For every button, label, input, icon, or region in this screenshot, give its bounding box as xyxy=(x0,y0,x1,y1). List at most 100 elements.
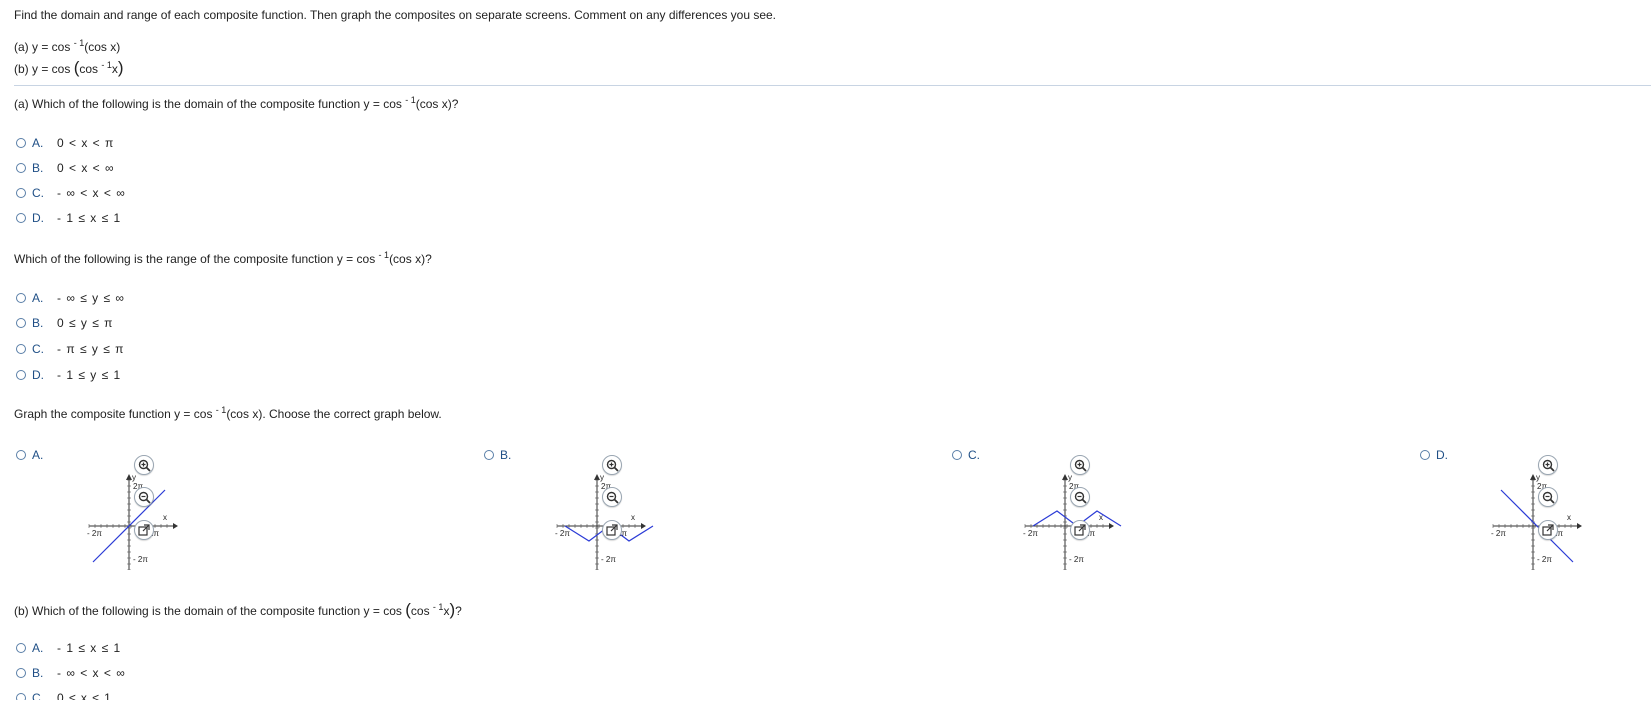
zoom-in-icon[interactable] xyxy=(602,455,622,475)
option-letter: A. xyxy=(32,448,44,462)
radio-button[interactable] xyxy=(16,643,26,653)
option-letter: A. xyxy=(32,136,44,150)
option-text: - 1 ≤ x ≤ 1 xyxy=(57,211,122,225)
x-axis-arrow xyxy=(1109,523,1114,529)
open-new-window-icon[interactable] xyxy=(602,520,622,540)
question-a-domain: (a) Which of the following is the domain… xyxy=(14,95,458,111)
option-letter: B. xyxy=(32,161,44,175)
x-axis-arrow xyxy=(1577,523,1582,529)
option-a-domain-c[interactable]: C. - ∞ < x < ∞ xyxy=(16,185,126,201)
open-new-window-icon[interactable] xyxy=(1070,520,1090,540)
option-text: - 1 ≤ y ≤ 1 xyxy=(57,368,122,382)
zoom-out-icon[interactable] xyxy=(1538,487,1558,507)
option-a-range-c[interactable]: C. - π ≤ y ≤ π xyxy=(16,341,124,357)
x-min-label: - 2π xyxy=(87,529,102,538)
instructions: Find the domain and range of each compos… xyxy=(14,8,777,22)
option-letter: D. xyxy=(1436,448,1448,462)
y-axis-label: y xyxy=(132,473,136,482)
option-text: - ∞ < x < ∞ xyxy=(57,186,126,200)
open-new-window-icon-glyph xyxy=(138,524,150,536)
question-suffix: (cos x)? xyxy=(389,252,432,266)
radio-button[interactable] xyxy=(16,213,26,223)
zoom-in-icon[interactable] xyxy=(134,455,154,475)
function-b-close-paren: ) xyxy=(117,58,124,77)
radio-button[interactable] xyxy=(16,450,26,460)
open-new-window-icon[interactable] xyxy=(1538,520,1558,540)
option-a-domain-a[interactable]: A. 0 < x < π xyxy=(16,135,114,151)
section-divider xyxy=(14,85,1651,86)
option-text: - ∞ ≤ y ≤ ∞ xyxy=(57,291,125,305)
option-b-domain-c[interactable]: C. 0 ≤ x ≤ 1 xyxy=(16,690,112,700)
radio-button[interactable] xyxy=(484,450,494,460)
question-text: Graph the composite function y = cos xyxy=(14,407,213,421)
zoom-out-icon-glyph xyxy=(606,491,619,504)
zoom-out-icon[interactable] xyxy=(602,487,622,507)
function-a-arg: (cos x) xyxy=(84,40,121,54)
option-graph-b[interactable]: B. xyxy=(484,447,511,463)
radio-button[interactable] xyxy=(16,370,26,380)
option-a-range-b[interactable]: B. 0 ≤ y ≤ π xyxy=(16,315,113,331)
zoom-in-icon[interactable] xyxy=(1070,455,1090,475)
option-graph-d[interactable]: D. xyxy=(1420,447,1448,463)
function-a-sup: - 1 xyxy=(73,38,85,48)
question-text: (a) Which of the following is the domain… xyxy=(14,97,402,111)
zoom-out-icon[interactable] xyxy=(134,487,154,507)
radio-button[interactable] xyxy=(16,293,26,303)
y-min-label: - 2π xyxy=(601,555,616,564)
option-graph-c[interactable]: C. xyxy=(952,447,980,463)
radio-button[interactable] xyxy=(16,693,26,700)
open-new-window-icon-glyph xyxy=(1542,524,1554,536)
zoom-out-icon-glyph xyxy=(138,491,151,504)
zoom-out-icon[interactable] xyxy=(1070,487,1090,507)
question-text: (b) Which of the following is the domain… xyxy=(14,604,402,618)
radio-button[interactable] xyxy=(16,163,26,173)
zoom-in-icon[interactable] xyxy=(1538,455,1558,475)
open-new-window-icon-glyph xyxy=(606,524,618,536)
option-b-domain-b[interactable]: B. - ∞ < x < ∞ xyxy=(16,665,126,681)
option-a-domain-b[interactable]: B. 0 < x < ∞ xyxy=(16,160,115,176)
x-min-label: - 2π xyxy=(555,529,570,538)
function-b-inner: cos xyxy=(79,62,99,76)
radio-button[interactable] xyxy=(16,188,26,198)
zoom-in-icon-glyph xyxy=(138,459,151,472)
question-a-graph: Graph the composite function y = cos - 1… xyxy=(14,405,442,421)
x-axis-label: x xyxy=(1567,513,1571,522)
y-min-label: - 2π xyxy=(133,555,148,564)
option-letter: C. xyxy=(32,186,44,200)
option-graph-a[interactable]: A. xyxy=(16,447,43,463)
radio-button[interactable] xyxy=(16,344,26,354)
open-new-window-icon[interactable] xyxy=(134,520,154,540)
radio-button[interactable] xyxy=(952,450,962,460)
radio-button[interactable] xyxy=(16,318,26,328)
x-axis-label: x xyxy=(163,513,167,522)
option-letter: C. xyxy=(32,342,44,356)
zoom-out-icon-glyph xyxy=(1074,491,1087,504)
option-a-domain-d[interactable]: D. - 1 ≤ x ≤ 1 xyxy=(16,210,121,226)
x-axis-arrow xyxy=(173,523,178,529)
y-axis-label: y xyxy=(1536,473,1540,482)
radio-button[interactable] xyxy=(16,668,26,678)
option-letter: B. xyxy=(32,316,44,330)
function-a: (a) y = cos - 1(cos x) xyxy=(14,38,121,54)
option-letter: C. xyxy=(968,448,980,462)
radio-button[interactable] xyxy=(16,138,26,148)
option-text: 0 ≤ x ≤ 1 xyxy=(57,691,112,700)
y-axis-label: y xyxy=(1068,473,1072,482)
option-text: - ∞ < x < ∞ xyxy=(57,666,126,680)
option-text: 0 ≤ y ≤ π xyxy=(57,316,114,330)
option-letter: A. xyxy=(32,641,44,655)
radio-button[interactable] xyxy=(1420,450,1430,460)
option-letter: C. xyxy=(32,691,44,700)
x-axis-label: x xyxy=(631,513,635,522)
function-b-label: (b) y = cos xyxy=(14,62,71,76)
question-b-domain: (b) Which of the following is the domain… xyxy=(14,600,462,620)
function-b-sup: - 1 xyxy=(101,60,112,70)
zoom-in-icon-glyph xyxy=(1542,459,1555,472)
option-text: 0 < x < π xyxy=(57,136,115,150)
option-letter: D. xyxy=(32,211,44,225)
option-a-range-a[interactable]: A. - ∞ ≤ y ≤ ∞ xyxy=(16,290,125,306)
option-a-range-d[interactable]: D. - 1 ≤ y ≤ 1 xyxy=(16,367,121,383)
option-b-domain-a[interactable]: A. - 1 ≤ x ≤ 1 xyxy=(16,640,121,656)
question-suffix: (cos x). Choose the correct graph below. xyxy=(226,407,442,421)
option-text: - π ≤ y ≤ π xyxy=(57,342,125,356)
